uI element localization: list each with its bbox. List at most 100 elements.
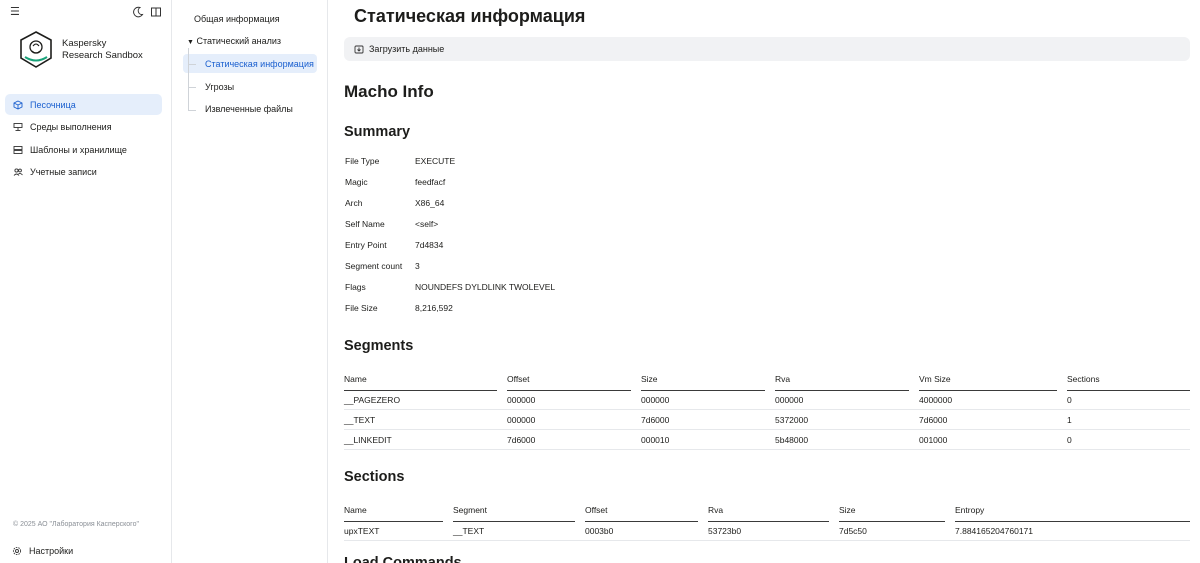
summary-key: Flags [345, 281, 366, 292]
cube-icon [13, 99, 23, 110]
subnav-tree-branch [188, 87, 196, 88]
summary-value: EXECUTE [415, 155, 456, 166]
table-cell: 7d6000 [919, 414, 948, 425]
table-cell: __TEXT [344, 414, 376, 425]
sidebar-item-sandbox[interactable]: Песочница [5, 94, 162, 115]
summary-row: File Size 8,216,592 [345, 297, 555, 318]
table-cell: __TEXT [453, 525, 485, 536]
subnav-item-static-analysis[interactable]: ▼ Статический анализ [187, 36, 281, 46]
table-cell: 000010 [641, 434, 670, 445]
sidebar-item-accounts[interactable]: Учетные записи [5, 162, 162, 183]
segments-heading: Segments [344, 338, 414, 354]
summary-key: Segment count [345, 260, 403, 271]
sidebar: ☰ Kaspersky Research Sandbox Песочница С… [0, 0, 172, 563]
table-cell: 53723b0 [708, 525, 742, 536]
summary-key: File Size [345, 302, 378, 313]
table-row: __PAGEZERO 000000 000000 000000 4000000 … [344, 390, 1190, 410]
sidebar-item-label: Учетные записи [30, 167, 97, 178]
sections-table-header: Name Segment Offset Rva Size Entropy [344, 501, 1190, 522]
subnav-tree-branch [188, 110, 196, 111]
subnav-item-threats[interactable]: Угрозы [205, 82, 234, 92]
summary-row: Arch X86_64 [345, 192, 555, 213]
table-cell: 000000 [775, 394, 804, 405]
subnav-item-general[interactable]: Общая информация [194, 14, 280, 24]
summary-heading: Summary [344, 124, 411, 140]
column-header[interactable]: Segment [453, 501, 585, 522]
column-header[interactable]: Entropy [955, 501, 1190, 522]
page-title: Статическая информация [354, 6, 586, 26]
kaspersky-logo-icon [20, 31, 52, 68]
column-header[interactable]: Sections [1067, 370, 1190, 391]
panel-toggle-icon[interactable] [150, 6, 162, 18]
summary-row: Flags NOUNDEFS DYLDLINK TWOLEVEL [345, 276, 555, 297]
column-header[interactable]: Offset [507, 370, 641, 391]
brand-line-2: Research Sandbox [62, 50, 143, 61]
storage-icon [13, 145, 23, 154]
summary-key: Entry Point [345, 239, 387, 250]
sidebar-item-storage[interactable]: Шаблоны и хранилище [5, 139, 162, 160]
table-cell: 000000 [507, 414, 536, 425]
table-cell: 1 [1067, 414, 1072, 425]
moon-icon[interactable] [132, 6, 144, 18]
upload-icon [354, 45, 364, 54]
column-header[interactable]: Size [641, 370, 775, 391]
macho-info-heading: Macho Info [344, 82, 434, 101]
table-cell: 7.884165204760171 [955, 525, 1033, 536]
column-header[interactable]: Name [344, 501, 453, 522]
toolbar: Загрузить данные [344, 37, 1190, 61]
table-cell: 5b48000 [775, 434, 809, 445]
table-cell: __PAGEZERO [344, 394, 401, 405]
sidebar-item-environments[interactable]: Среды выполнения [5, 117, 162, 138]
subnav-tree-branch [188, 64, 196, 65]
summary-list: File Type EXECUTE Magic feedfacf Arch X86_6… [345, 150, 555, 318]
users-icon [13, 168, 23, 177]
segments-table: Name Offset Size Rva Vm Size Sections __… [344, 370, 1190, 450]
summary-row: Self Name <self> [345, 213, 555, 234]
summary-row: Segment count 3 [345, 255, 555, 276]
subnav-item-static-info[interactable]: Статическая информация [205, 59, 314, 69]
summary-value: feedfacf [415, 176, 446, 187]
upload-data-button[interactable]: Загрузить данные [354, 42, 444, 56]
copyright-text: © 2025 АО "Лаборатория Касперского" [13, 521, 139, 528]
column-header[interactable]: Size [839, 501, 955, 522]
subnav: Общая информация ▼ Статический анализ Ст… [172, 0, 328, 563]
table-row: upxTEXT __TEXT 0003b0 53723b0 7d5c50 7.8… [344, 521, 1190, 541]
column-header[interactable]: Name [344, 370, 507, 391]
table-cell: 7d5c50 [839, 525, 867, 536]
settings-button[interactable]: Настройки [12, 546, 73, 556]
column-header[interactable]: Offset [585, 501, 708, 522]
column-header[interactable]: Rva [708, 501, 839, 522]
gear-icon [12, 546, 22, 556]
subnav-item-label: Статический анализ [196, 36, 282, 46]
table-cell: 0 [1067, 434, 1072, 445]
table-cell: 000000 [641, 394, 670, 405]
subnav-item-extracted-files[interactable]: Извлеченные файлы [205, 104, 293, 114]
table-cell: 7d6000 [507, 434, 536, 445]
sidebar-nav: Песочница Среды выполнения Шаблоны и хра… [5, 94, 162, 184]
summary-value: 8,216,592 [415, 302, 453, 313]
brand-line-1: Kaspersky [62, 38, 107, 49]
hamburger-menu-icon[interactable]: ☰ [10, 7, 22, 19]
table-row: __TEXT 000000 7d6000 5372000 7d6000 1 [344, 410, 1190, 430]
table-cell: 0 [1067, 394, 1072, 405]
table-cell: 4000000 [919, 394, 953, 405]
summary-row: Entry Point 7d4834 [345, 234, 555, 255]
summary-value: 3 [415, 260, 420, 271]
main-content: Статическая информация Загрузить данные … [330, 0, 1200, 563]
table-cell: 7d6000 [641, 414, 670, 425]
sidebar-top-bar: ☰ [0, 0, 172, 26]
column-header[interactable]: Vm Size [919, 370, 1067, 391]
upload-data-label: Загрузить данные [369, 44, 445, 54]
summary-key: File Type [345, 155, 380, 166]
summary-value: <self> [415, 218, 439, 229]
sidebar-item-label: Среды выполнения [30, 122, 112, 133]
brand-name: Kaspersky Research Sandbox [62, 38, 143, 62]
load-commands-heading: Load Commands [344, 555, 462, 563]
sidebar-item-label: Шаблоны и хранилище [30, 144, 127, 155]
table-cell: 000000 [507, 394, 536, 405]
table-cell: upxTEXT [344, 525, 380, 536]
summary-row: File Type EXECUTE [345, 150, 555, 171]
column-header[interactable]: Rva [775, 370, 919, 391]
summary-row: Magic feedfacf [345, 171, 555, 192]
summary-value: NOUNDEFS DYLDLINK TWOLEVEL [415, 281, 556, 292]
